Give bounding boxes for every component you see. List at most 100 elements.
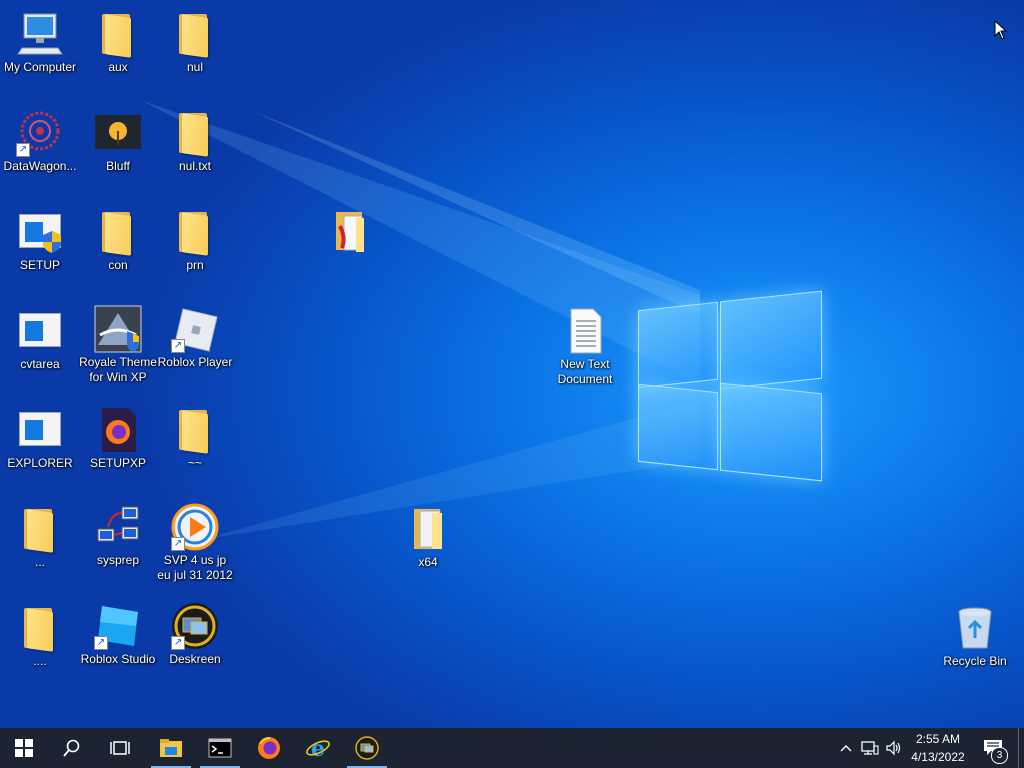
folder-icon [171, 109, 219, 157]
search-button[interactable] [48, 728, 96, 768]
desktop-icon-setup[interactable]: SETUP [0, 208, 80, 273]
shortcut-arrow-icon: ↗ [171, 537, 185, 551]
folder-icon [16, 505, 64, 553]
svp-media-player-icon: ↗ [171, 503, 219, 551]
desktop-icon-label: .... [33, 654, 47, 668]
desktop-icon-unnamed-folder[interactable] [310, 208, 390, 258]
desktop-icon-tilde[interactable]: ~~ [155, 406, 235, 471]
internet-explorer-icon: e [306, 736, 330, 760]
shortcut-arrow-icon: ↗ [171, 339, 185, 353]
desktop-icon-svp[interactable]: ↗ SVP 4 us jp eu jul 31 2012 [155, 503, 235, 583]
taskbar-clock[interactable]: 2:55 AM 4/13/2022 [902, 730, 974, 766]
clock-time: 2:55 AM [915, 732, 961, 746]
desktop-icon-dots3[interactable]: ... [0, 505, 80, 570]
start-button[interactable] [0, 728, 48, 768]
desktop-icon-label: My Computer [3, 60, 77, 74]
folder-icon [94, 208, 142, 256]
desktop-icon-roblox-studio[interactable]: ↗ Roblox Studio [78, 602, 158, 667]
folder-icon [171, 10, 219, 58]
network-computers-icon [94, 503, 142, 551]
roblox-studio-icon: ↗ [94, 602, 142, 650]
notification-count-badge: 3 [991, 747, 1008, 764]
desktop-icon-label: SETUP [19, 258, 60, 272]
desktop-icon-aux[interactable]: aux [78, 10, 158, 75]
desktop-icon-con[interactable]: con [78, 208, 158, 273]
desktop-icon-x64[interactable]: x64 [388, 505, 468, 570]
desktop-icon-cvtarea[interactable]: cvtarea [0, 307, 80, 372]
folder-icon [16, 604, 64, 652]
setup-app-icon [16, 208, 64, 256]
network-status-button[interactable] [858, 728, 882, 768]
desktop-icon-recycle-bin[interactable]: Recycle Bin [935, 604, 1015, 669]
desktop-icon-label: SETUPXP [89, 456, 146, 470]
task-view-button[interactable] [96, 728, 144, 768]
taskbar-internet-explorer[interactable]: e [294, 728, 342, 768]
firefox-setup-icon [94, 406, 142, 454]
desktop-icon-label: EXPLORER [7, 456, 73, 470]
chevron-up-icon [840, 745, 852, 752]
desktop-icon-label: nul [186, 60, 203, 74]
show-hidden-icons-button[interactable] [836, 728, 856, 768]
clock-date: 4/13/2022 [911, 750, 965, 764]
taskbar-file-explorer[interactable] [147, 728, 195, 768]
desktop-icon-label: DataWagon... [3, 159, 77, 173]
text-document-icon [561, 307, 609, 355]
desktop-icon-label: cvtarea [20, 357, 60, 371]
search-icon [63, 739, 80, 757]
shortcut-arrow-icon: ↗ [171, 636, 185, 650]
desktop-icon-label: con [108, 258, 128, 272]
desktop-icon-deskreen[interactable]: ↗ Deskreen [155, 602, 235, 667]
show-desktop-button[interactable] [1018, 728, 1024, 768]
desktop-icon-label: sysprep [96, 553, 140, 567]
desktop-icon-label: Deskreen [169, 652, 221, 666]
taskbar-firefox[interactable] [245, 728, 293, 768]
desktop-icon-nul[interactable]: nul [155, 10, 235, 75]
desktop-icon-dots4[interactable]: .... [0, 604, 80, 669]
folder-with-document-icon [326, 208, 374, 256]
desktop-icon-royale-theme[interactable]: Royale Theme for Win XP [78, 305, 158, 385]
folder-with-files-icon [404, 505, 452, 553]
desktop-icon-datawagon[interactable]: ↗ DataWagon... [0, 109, 80, 174]
computer-icon [16, 10, 64, 58]
desktop-icon-setupxp[interactable]: SETUPXP [78, 406, 158, 471]
desktop-icon-prn[interactable]: prn [155, 208, 235, 273]
desktop-icon-label: ... [34, 555, 45, 569]
desktop-icon-label: Bluff [106, 159, 130, 173]
desktop-icon-label: Royale Theme for Win XP [79, 355, 157, 384]
shortcut-arrow-icon: ↗ [16, 143, 30, 157]
desktop-icon-bluff[interactable]: Bluff [78, 109, 158, 174]
mouse-cursor-icon [994, 20, 1008, 40]
desktop-icon-label: Roblox Studio [80, 652, 156, 666]
desktop-icon-explorer[interactable]: EXPLORER [0, 406, 80, 471]
recycle-bin-icon [951, 604, 999, 652]
folder-icon [94, 10, 142, 58]
taskbar-deskreen[interactable] [343, 728, 391, 768]
desktop-icon-label: Roblox Player [157, 355, 233, 369]
desktop-icon-label: Recycle Bin [943, 654, 1007, 668]
deskreen-app-icon: ↗ [171, 602, 219, 650]
desktop-icon-label: ~~ [187, 456, 202, 470]
desktop-icon-label: aux [108, 60, 128, 74]
desktop-icon-new-text-document[interactable]: New Text Document [545, 307, 625, 387]
action-center-button[interactable]: 3 [978, 728, 1008, 768]
desktop[interactable]: My Computer aux nul ↗ DataWagon... Bluff… [0, 0, 1024, 728]
windows-logo-wallpaper [636, 290, 824, 482]
desktop-icon-my-computer[interactable]: My Computer [0, 10, 80, 75]
desktop-icon-roblox-player[interactable]: ↗ Roblox Player [155, 305, 235, 370]
network-icon [861, 741, 879, 755]
application-window-icon [16, 307, 64, 355]
speaker-icon [886, 740, 901, 756]
desktop-icon-label: nul.txt [178, 159, 211, 173]
command-prompt-icon [208, 738, 232, 758]
folder-icon [171, 208, 219, 256]
taskbar: e 2:55 AM 4/13/2022 3 [0, 728, 1024, 768]
deskreen-icon [355, 736, 379, 760]
svg-text:e: e [311, 736, 325, 760]
application-window-icon [16, 406, 64, 454]
desktop-icon-nul-txt[interactable]: nul.txt [155, 109, 235, 174]
desktop-icon-label: New Text Document [557, 357, 613, 386]
desktop-icon-sysprep[interactable]: sysprep [78, 503, 158, 568]
datawagon-app-icon: ↗ [16, 109, 64, 157]
taskbar-command-prompt[interactable] [196, 728, 244, 768]
shortcut-arrow-icon: ↗ [94, 636, 108, 650]
